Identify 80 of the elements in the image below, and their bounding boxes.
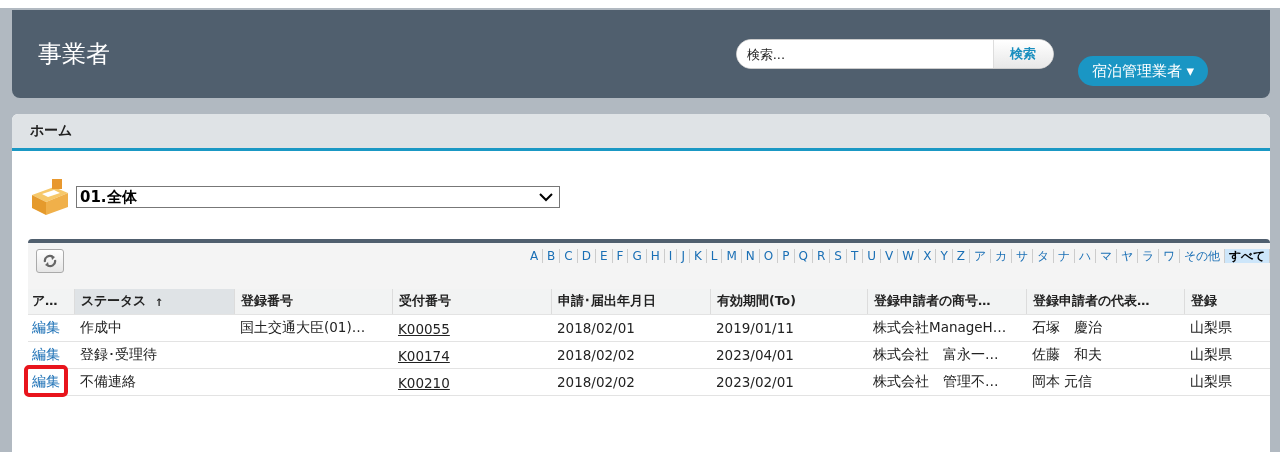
alphabet-filter-link[interactable]: K [689, 249, 707, 263]
table-cell-text: 登録･受理待 [79, 346, 158, 364]
alphabet-filter-link[interactable]: C [560, 249, 578, 263]
table-cell-text: 株式会社 富永一… [872, 346, 1000, 364]
page-title: 事業者 [38, 39, 111, 70]
table-cell-text: 山梨県 [1189, 346, 1233, 364]
alphabet-filter-link[interactable]: F [612, 249, 629, 263]
alphabet-filter-link[interactable]: マ [1096, 249, 1117, 263]
table-cell-text: 佐藤 和夫 [1031, 346, 1103, 364]
column-header[interactable]: 登録番号 [234, 289, 392, 314]
alphabet-filter-link[interactable]: Y [936, 249, 953, 263]
refresh-icon [42, 253, 58, 269]
alphabet-filter-link[interactable]: すべて [1225, 249, 1270, 263]
alphabet-filter-link[interactable]: P [778, 249, 795, 263]
column-header[interactable]: ア… [28, 289, 74, 314]
table-cell-text: 株式会社ManageH… [872, 319, 1008, 337]
column-header[interactable]: 登録申請者の商号… [867, 289, 1026, 314]
alphabet-filter-link[interactable]: Z [952, 249, 970, 263]
edit-link[interactable]: 編集 [28, 373, 60, 391]
table-cell-text: 岡本 元信 [1031, 373, 1094, 391]
alphabet-filter-link[interactable]: サ [1012, 249, 1033, 263]
alphabet-filter-link[interactable]: I [664, 249, 678, 263]
table-cell-text: 不備連絡 [79, 373, 137, 391]
table-cell-text: 2018/02/02 [556, 347, 636, 363]
table-cell-text: 株式会社 管理不… [872, 373, 1000, 391]
table-cell-text: 山梨県 [1189, 319, 1233, 337]
alphabet-filter-link[interactable]: X [919, 249, 937, 263]
alphabet-filter-link[interactable]: D [577, 249, 596, 263]
alphabet-filter-link[interactable]: A [525, 249, 544, 263]
alphabet-filter-link[interactable]: W [898, 249, 920, 263]
table-cell-text: 作成中 [79, 319, 123, 337]
edit-link[interactable]: 編集 [28, 346, 60, 364]
alphabet-filter-link[interactable]: ナ [1054, 249, 1075, 263]
alphabet-filter-link[interactable]: U [863, 249, 882, 263]
alphabet-filter-link[interactable]: E [596, 249, 613, 263]
table-cell-text: 石塚 慶治 [1031, 319, 1103, 337]
column-header[interactable]: 受付番号 [392, 289, 551, 314]
column-header[interactable]: 登録 [1184, 289, 1270, 314]
refresh-button[interactable] [36, 249, 64, 273]
receipt-number-link[interactable]: K00210 [392, 374, 450, 391]
alphabet-filter-link[interactable]: H [646, 249, 665, 263]
search-bar[interactable]: 検索... 検索 [735, 39, 1054, 69]
alphabet-filter-link[interactable]: カ [991, 249, 1012, 263]
table-cell-text: 国土交通大臣(01)… [239, 319, 367, 337]
column-header[interactable]: 有効期間(To) [710, 289, 867, 314]
alphabet-filter-link[interactable]: R [813, 249, 831, 263]
alphabet-filter-link[interactable]: B [543, 249, 561, 263]
table-cell-text: 2018/02/01 [556, 320, 636, 336]
alphabet-filter-link[interactable]: ヤ [1117, 249, 1138, 263]
column-header[interactable]: 申請･届出年月日 [551, 289, 710, 314]
column-header[interactable]: 登録申請者の代表… [1026, 289, 1184, 314]
user-menu-button[interactable]: 宿泊管理業者 ▾ [1077, 56, 1208, 86]
receipt-number-link[interactable]: K00174 [392, 347, 450, 364]
table-cell-text: 2023/04/01 [715, 347, 795, 363]
table-cell-text: 2019/01/11 [715, 320, 795, 336]
alphabet-filter-link[interactable]: J [677, 249, 690, 263]
edit-link[interactable]: 編集 [28, 319, 60, 337]
table-cell-text: 2018/02/02 [556, 374, 636, 390]
chevron-down-icon [539, 192, 553, 202]
alphabet-filter-link[interactable]: V [881, 249, 899, 263]
alphabet-filter-link[interactable]: ア [970, 249, 991, 263]
alphabet-filter-link[interactable]: O [759, 249, 779, 263]
alphabet-filter-link[interactable]: L [706, 249, 723, 263]
alphabet-filter-link[interactable]: S [830, 249, 847, 263]
view-select[interactable]: 01.全体 [76, 186, 560, 208]
alphabet-filter-link[interactable]: N [741, 249, 760, 263]
column-header[interactable]: ステータス ↑ [74, 289, 234, 314]
alphabet-filter-link[interactable]: ハ [1075, 249, 1096, 263]
table-cell-text: 山梨県 [1189, 373, 1233, 391]
alphabet-filter-link[interactable]: ワ [1159, 249, 1180, 263]
table-cell-text: 2023/02/01 [715, 374, 795, 390]
search-button[interactable]: 検索 [992, 40, 1053, 68]
alphabet-filter-link[interactable]: ラ [1138, 249, 1159, 263]
receipt-number-link[interactable]: K00055 [392, 320, 450, 337]
alphabet-filter-link[interactable]: タ [1033, 249, 1054, 263]
alphabet-filter-link[interactable]: T [846, 249, 864, 263]
alphabet-filter-link[interactable]: Q [794, 249, 813, 263]
tab-title[interactable]: ホーム [30, 122, 72, 140]
alphabet-filter-link[interactable]: G [628, 249, 647, 263]
alphabet-filter-link[interactable]: M [722, 249, 742, 263]
